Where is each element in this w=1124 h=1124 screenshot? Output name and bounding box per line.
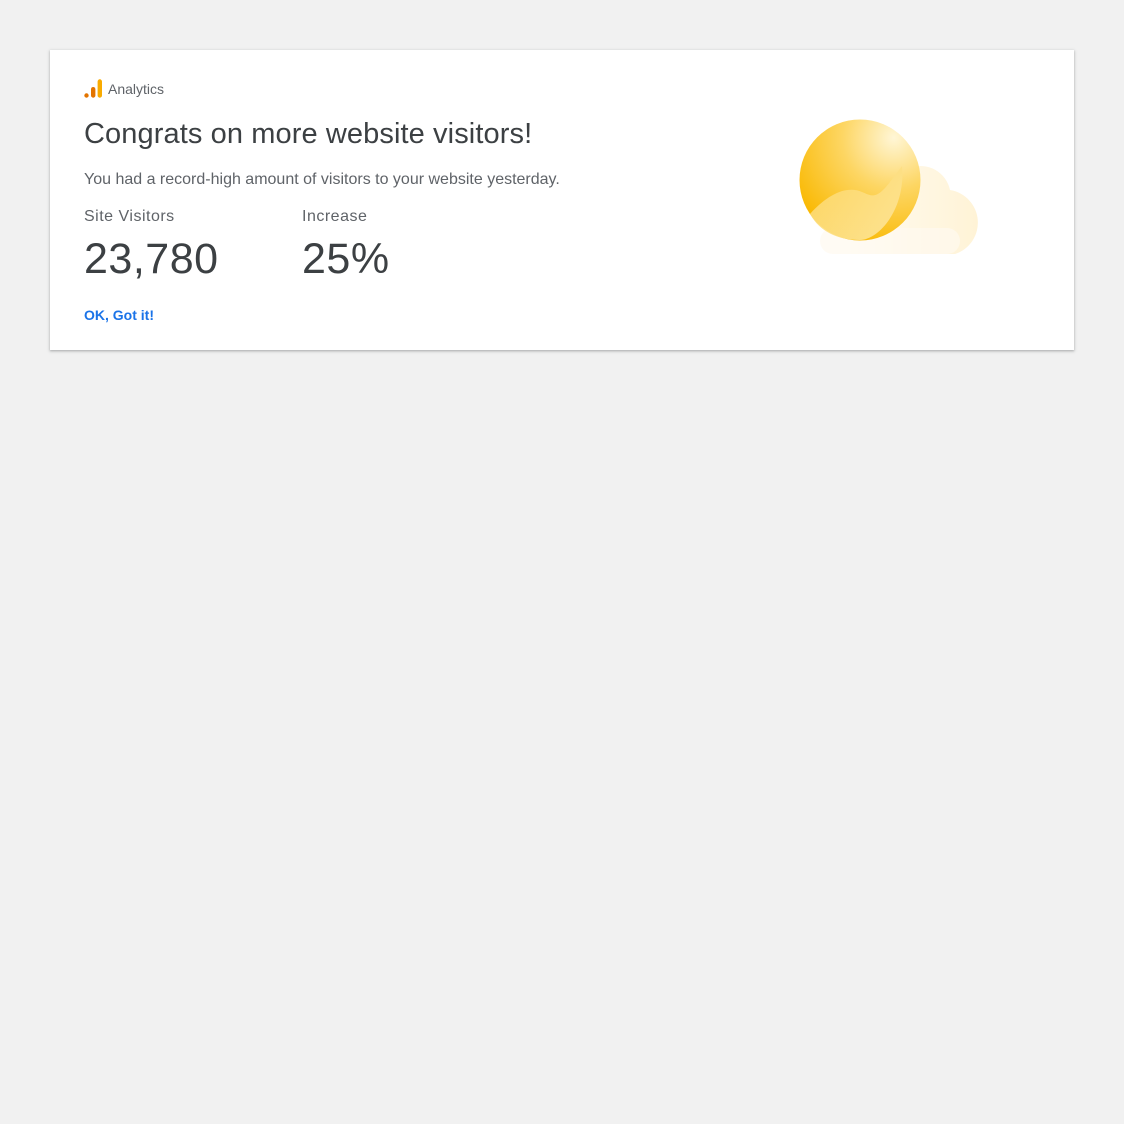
metric-label: Site Visitors [84, 208, 175, 225]
ok-got-it-button[interactable]: OK, Got it! [84, 306, 154, 324]
card-title: Congrats on more website visitors! [84, 118, 533, 150]
notification-card: Analytics Congrats on more website visit… [50, 50, 1074, 350]
product-name: Analytics [108, 81, 165, 97]
metric-site-visitors: Site Visitors 23,780 [84, 207, 219, 283]
metric-value: 25% [302, 235, 390, 283]
metric-increase: Increase 25% [302, 207, 390, 283]
analytics-bars-icon [84, 79, 102, 98]
metric-label: Increase [302, 208, 368, 225]
card-description: You had a record-high amount of visitors… [84, 171, 560, 188]
metric-value: 23,780 [84, 235, 219, 283]
product-brand: Analytics [84, 78, 164, 98]
sun-behind-cloud-icon [799, 119, 978, 254]
